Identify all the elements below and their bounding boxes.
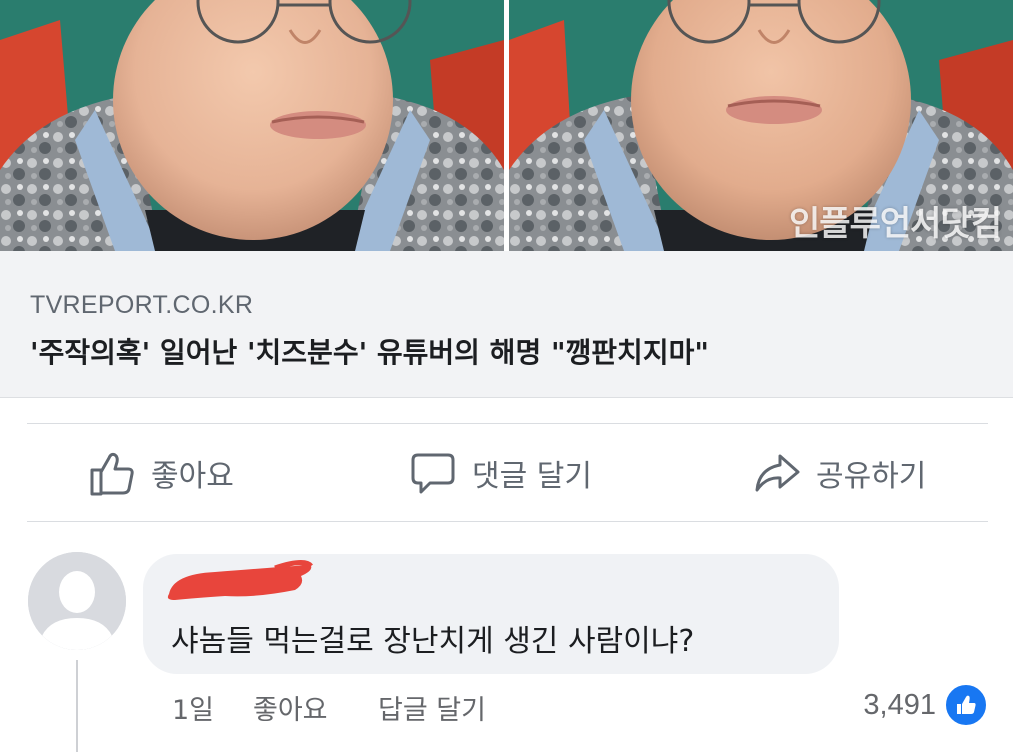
face-photo-icon (0, 0, 504, 251)
share-button-label: 공유하기 (816, 458, 927, 494)
like-button[interactable]: 좋아요 (89, 424, 234, 521)
link-meta-box[interactable]: TVREPORT.CO.KR '주작의혹' 일어난 '치즈분수' 유튜버의 해명… (0, 251, 1013, 398)
link-domain: TVREPORT.CO.KR (30, 291, 254, 319)
comment-reply-button[interactable]: 답글 달기 (378, 688, 486, 727)
like-button-label: 좋아요 (151, 458, 234, 494)
default-avatar-icon (28, 552, 126, 650)
link-title[interactable]: '주작의혹' 일어난 '치즈분수' 유튜버의 해명 "깽판치지마" (30, 331, 709, 371)
comment-like-button[interactable]: 좋아요 (253, 688, 328, 727)
watermark-text: 인플루언서닷컴 (789, 204, 1002, 244)
redaction-scribble-icon (167, 560, 313, 600)
link-preview-image[interactable]: 인플루언서닷컴 (0, 0, 1013, 251)
comment-reactions[interactable]: 3,491 (863, 683, 988, 727)
thumbs-up-icon (90, 452, 134, 495)
like-reaction-icon (944, 683, 988, 727)
comment-timestamp[interactable]: 1일 (172, 688, 214, 727)
comment-text: 샤놈들 먹는걸로 장난치게 생긴 사람이냐? (171, 624, 695, 659)
reaction-count: 3,491 (863, 688, 936, 721)
preview-photo-right: 인플루언서닷컴 (509, 0, 1013, 251)
comment-button-label: 댓글 달기 (472, 458, 592, 494)
preview-photo-left (0, 0, 504, 251)
facebook-post: 인플루언서닷컴 TVREPORT.CO.KR '주작의혹' 일어난 '치즈분수'… (0, 0, 1013, 752)
post-action-bar: 좋아요 댓글 달기 공유하기 (27, 423, 988, 522)
comment-button[interactable]: 댓글 달기 (410, 424, 592, 521)
speech-bubble-icon (411, 453, 455, 493)
avatar[interactable] (28, 552, 126, 650)
reply-thread-line (76, 660, 78, 752)
share-button[interactable]: 공유하기 (754, 424, 926, 521)
comment-bubble: 샤놈들 먹는걸로 장난치게 생긴 사람이냐? (143, 554, 839, 674)
share-arrow-icon (755, 454, 800, 491)
